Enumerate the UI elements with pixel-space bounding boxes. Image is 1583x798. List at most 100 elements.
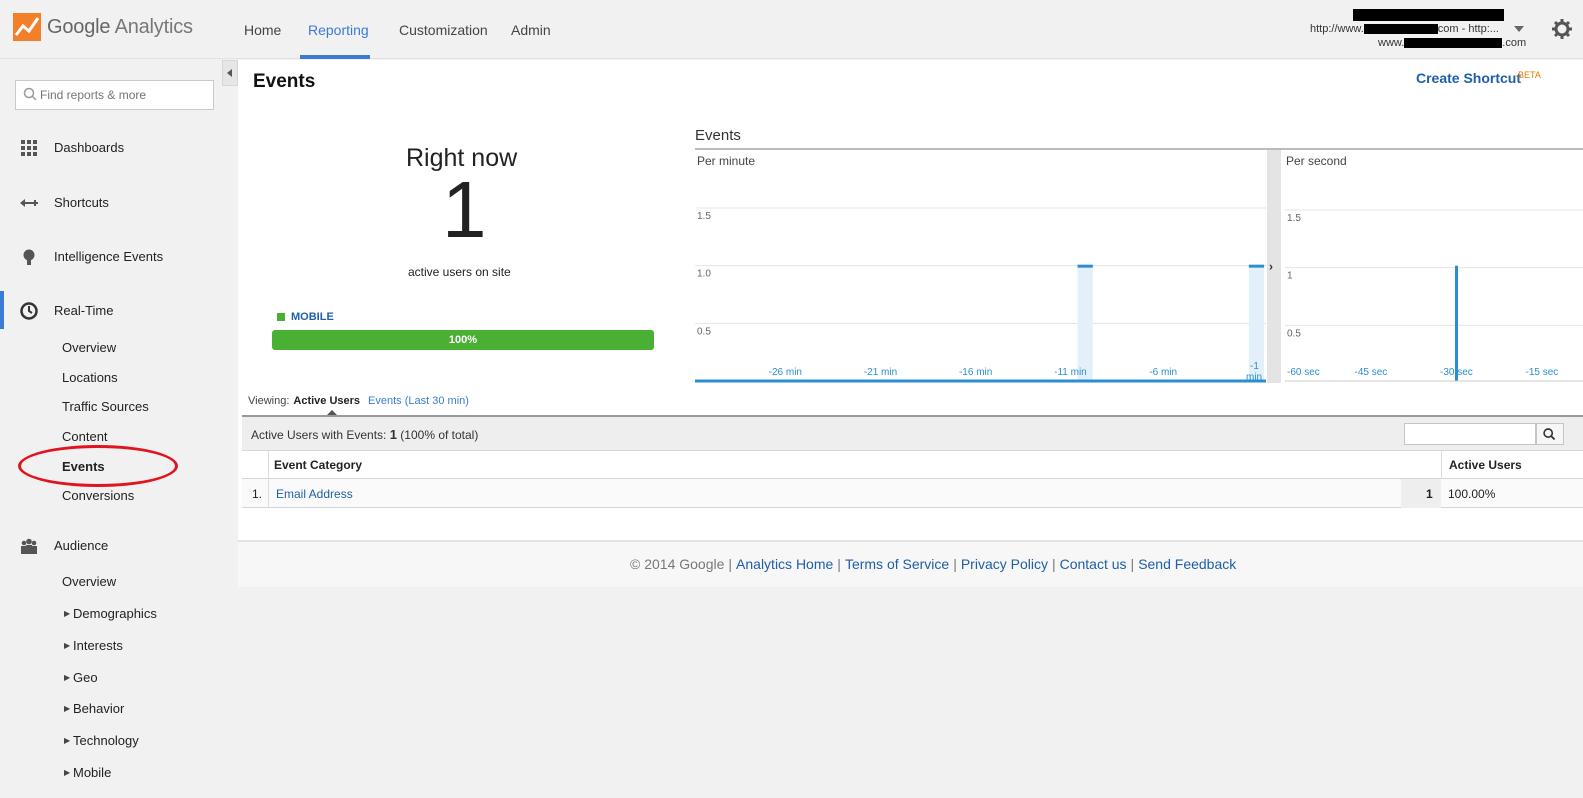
row-active-users-pct: 100.00% — [1448, 487, 1496, 501]
lightbulb-icon — [23, 249, 35, 265]
sidebar-label-realtime: Real-Time — [54, 303, 114, 318]
table-filter-button[interactable] — [1536, 423, 1564, 445]
tab-home[interactable]: Home — [244, 22, 281, 38]
page-title: Events — [253, 71, 316, 92]
column-divider — [1441, 451, 1442, 479]
x-tick-label: -21 min — [864, 367, 897, 378]
footer-terms[interactable]: Terms of Service — [845, 556, 949, 572]
tab-reporting[interactable]: Reporting — [308, 22, 369, 38]
x-tick-label: -11 min — [1054, 367, 1087, 378]
expand-triangle-icon[interactable]: ▶ — [64, 736, 70, 745]
row-event-category-link[interactable]: Email Address — [276, 487, 353, 501]
top-bar: Google Analytics Home Reporting Customiz… — [0, 0, 1583, 59]
table-filter-input[interactable] — [1404, 423, 1536, 445]
account-selector-url[interactable]: http://www. com - http:... — [1310, 23, 1499, 35]
table-header-row: Event Category Active Users — [242, 451, 1583, 479]
sidebar-item-audience-overview[interactable]: Overview — [62, 574, 116, 589]
footer-copyright: © 2014 Google — [630, 556, 725, 572]
events-chart: Per minute 1.5 1.0 0.5 -26 min -21 min -16 min… — [695, 150, 1583, 383]
search-input[interactable] — [40, 88, 200, 102]
gear-icon[interactable] — [1552, 19, 1572, 39]
sidebar-item-traffic-sources[interactable]: Traffic Sources — [62, 399, 149, 414]
x-tick-label: -30 sec — [1440, 367, 1473, 378]
analytics-logo-icon — [13, 13, 41, 41]
x-tick-label: -1 — [1250, 361, 1259, 372]
expand-triangle-icon[interactable]: ▶ — [64, 673, 70, 682]
footer-links: © 2014 Google | Analytics Home | Terms of Se… — [630, 556, 1237, 572]
sidebar-item-conversions[interactable]: Conversions — [62, 488, 134, 503]
x-tick-label: -16 min — [959, 367, 992, 378]
account-selector-domain[interactable]: www. .com — [1378, 37, 1526, 49]
logo-text: Google Analytics — [47, 15, 193, 38]
expand-triangle-icon[interactable]: ▶ — [64, 768, 70, 777]
active-tab-indicator — [300, 55, 370, 59]
second-bar — [1455, 265, 1458, 381]
x-tick-label: -45 sec — [1355, 367, 1388, 378]
y-tick-label: 0.5 — [1287, 328, 1301, 339]
sidebar-label-intelligence: Intelligence Events — [54, 249, 164, 264]
x-tick-label: min — [1246, 372, 1262, 383]
create-shortcut-link[interactable]: Create Shortcut — [1416, 70, 1521, 86]
search-icon — [23, 87, 37, 101]
report-search[interactable] — [15, 80, 214, 110]
panel-title-per-minute: Per minute — [697, 154, 755, 168]
sidebar-item-content[interactable]: Content — [62, 429, 108, 444]
x-tick-label: -26 min — [769, 367, 802, 378]
footer-privacy[interactable]: Privacy Policy — [961, 556, 1048, 572]
tab-customization[interactable]: Customization — [399, 22, 488, 38]
sidebar-section-realtime[interactable]: Real-Time — [0, 296, 222, 326]
sidebar-section-audience[interactable]: Audience — [0, 531, 222, 561]
main-content: Events Create Shortcut BETA Right now 1 … — [238, 60, 1583, 540]
table-row: 1. Email Address 1 100.00% — [242, 479, 1583, 508]
expand-triangle-icon[interactable]: ▶ — [64, 704, 70, 713]
sidebar-label-dashboards: Dashboards — [54, 140, 125, 155]
account-dropdown-icon[interactable] — [1514, 26, 1524, 32]
row-active-users: 1 — [1426, 487, 1433, 501]
viewing-active-users[interactable]: Active Users — [293, 395, 360, 407]
sidebar-item-locations[interactable]: Locations — [62, 370, 118, 385]
sidebar-section-dashboards[interactable]: Dashboards — [0, 133, 222, 163]
sidebar-label-audience: Audience — [54, 538, 109, 553]
y-tick-label: 1.0 — [697, 269, 711, 280]
viewing-events-link[interactable]: Events (Last 30 min) — [368, 395, 469, 407]
sidebar-label-shortcuts: Shortcuts — [54, 195, 109, 210]
sidebar-section-intelligence[interactable]: Intelligence Events — [0, 242, 222, 272]
expand-triangle-icon[interactable]: ▶ — [64, 641, 70, 650]
footer-analytics-home[interactable]: Analytics Home — [736, 556, 833, 572]
column-header-event-category[interactable]: Event Category — [274, 458, 362, 472]
panel-title-per-second: Per second — [1286, 154, 1347, 168]
shortcut-arrow-icon — [20, 199, 38, 207]
sidebar-item-technology[interactable]: Technology — [73, 733, 139, 748]
viewing-selector: Viewing: Active Users Events (Last 30 min) — [248, 395, 469, 407]
y-tick-label: 0.5 — [697, 326, 711, 337]
viewing-label: Viewing: — [248, 395, 290, 407]
beta-badge: BETA — [1518, 70, 1541, 80]
column-header-active-users[interactable]: Active Users — [1449, 458, 1522, 472]
y-tick-label: 1 — [1287, 271, 1293, 282]
collapse-sidebar-button[interactable] — [222, 60, 238, 86]
x-tick-label: -15 sec — [1526, 367, 1559, 378]
sidebar-item-demographics[interactable]: Demographics — [73, 606, 157, 621]
sidebar-section-shortcuts[interactable]: Shortcuts — [0, 188, 222, 218]
chevron-right-icon: › — [1269, 260, 1273, 274]
tab-admin[interactable]: Admin — [511, 22, 551, 38]
sidebar-item-behavior[interactable]: Behavior — [73, 701, 124, 716]
row-index: 1. — [252, 487, 263, 501]
row-value-cell — [1401, 479, 1441, 508]
sidebar-item-geo[interactable]: Geo — [73, 670, 98, 685]
mobile-legend-swatch — [277, 313, 285, 321]
expand-triangle-icon[interactable]: ▶ — [64, 609, 70, 618]
sidebar-item-rt-overview[interactable]: Overview — [62, 340, 116, 355]
footer: © 2014 Google | Analytics Home | Terms of Se… — [238, 540, 1583, 587]
sidebar: Dashboards Shortcuts Intelligence Events… — [0, 60, 222, 798]
y-tick-label: 1.5 — [1287, 213, 1301, 224]
footer-contact[interactable]: Contact us — [1060, 556, 1127, 572]
sidebar-item-mobile[interactable]: Mobile — [73, 765, 111, 780]
audience-people-icon — [21, 538, 37, 554]
dashboard-grid-icon — [21, 140, 37, 156]
column-divider — [268, 479, 269, 508]
minute-bar-bg — [1077, 265, 1093, 381]
google-analytics-logo[interactable]: Google Analytics — [13, 13, 193, 41]
sidebar-item-interests[interactable]: Interests — [73, 638, 123, 653]
footer-feedback[interactable]: Send Feedback — [1138, 556, 1236, 572]
